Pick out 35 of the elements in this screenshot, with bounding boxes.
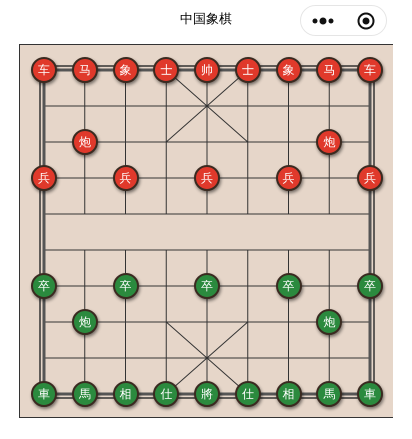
chess-piece[interactable]: 馬 bbox=[72, 381, 98, 407]
chess-piece[interactable]: 車 bbox=[357, 381, 383, 407]
chess-piece[interactable]: 仕 bbox=[234, 381, 261, 407]
chess-piece[interactable]: 車 bbox=[31, 381, 57, 407]
chess-piece[interactable]: 象 bbox=[276, 57, 302, 83]
chess-piece[interactable]: 炮 bbox=[72, 129, 98, 155]
chess-piece[interactable]: 相 bbox=[276, 381, 302, 407]
chess-piece[interactable]: 卒 bbox=[31, 273, 57, 299]
chess-piece[interactable]: 炮 bbox=[72, 309, 98, 335]
chess-piece[interactable]: 相 bbox=[112, 381, 138, 407]
chess-piece[interactable]: 车 bbox=[31, 57, 57, 83]
chess-piece[interactable]: 象 bbox=[112, 57, 138, 83]
chess-piece[interactable]: 兵 bbox=[194, 165, 220, 191]
chess-piece[interactable]: 士 bbox=[234, 57, 261, 83]
chess-piece[interactable]: 马 bbox=[316, 57, 342, 83]
chess-piece[interactable]: 卒 bbox=[357, 273, 383, 299]
chess-piece[interactable]: 卒 bbox=[194, 273, 220, 299]
chess-piece[interactable]: 兵 bbox=[31, 165, 57, 191]
chess-piece[interactable]: 卒 bbox=[276, 273, 302, 299]
chess-piece[interactable]: 炮 bbox=[316, 309, 342, 335]
chess-piece[interactable]: 卒 bbox=[112, 273, 138, 299]
chess-piece[interactable]: 士 bbox=[153, 57, 180, 83]
chess-piece[interactable]: 车 bbox=[357, 57, 383, 83]
chess-piece[interactable]: 馬 bbox=[316, 381, 342, 407]
close-icon[interactable] bbox=[356, 12, 375, 30]
chess-piece[interactable]: 兵 bbox=[276, 165, 302, 191]
chess-piece[interactable]: 帅 bbox=[194, 57, 220, 83]
chess-piece[interactable]: 將 bbox=[194, 381, 220, 407]
chess-piece[interactable]: 兵 bbox=[112, 165, 138, 191]
page-title: 中国象棋 bbox=[180, 11, 232, 30]
chess-piece[interactable]: 炮 bbox=[316, 129, 342, 155]
more-icon[interactable] bbox=[312, 16, 334, 24]
chess-piece[interactable]: 马 bbox=[72, 57, 98, 83]
chess-piece[interactable]: 兵 bbox=[357, 165, 383, 191]
chess-piece[interactable]: 仕 bbox=[153, 381, 180, 407]
